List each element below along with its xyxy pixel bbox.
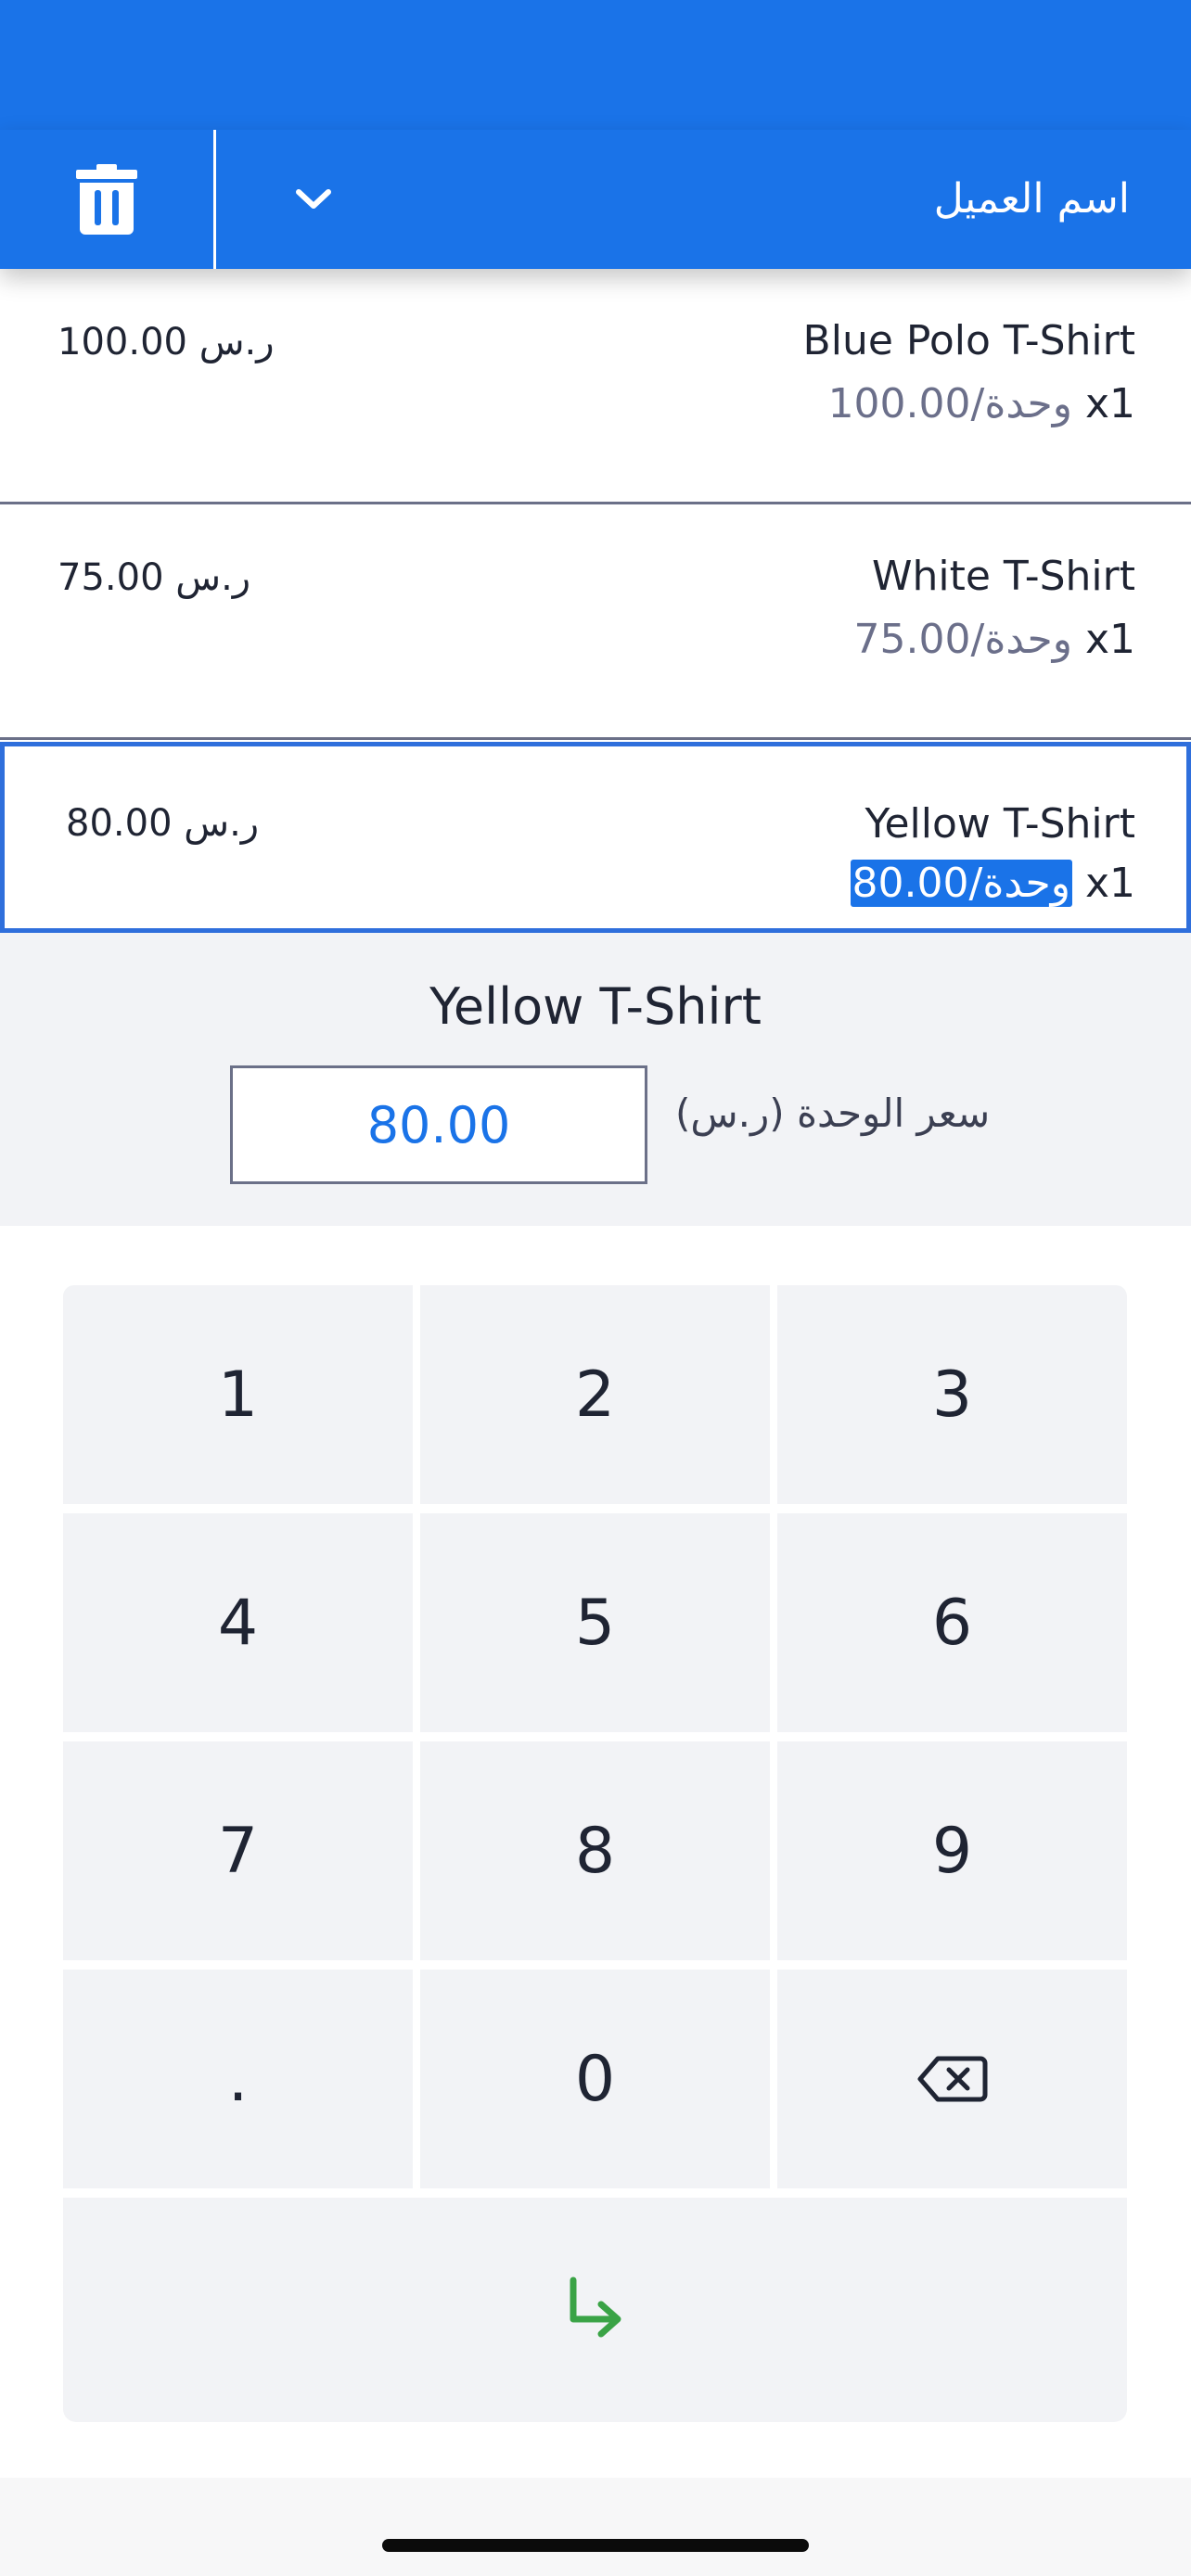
item-total: 80.00 ر.س: [66, 802, 260, 845]
customer-name-field[interactable]: اسم العميل: [934, 130, 1130, 269]
item-name: White T-Shirt: [871, 553, 1135, 600]
item-qty-line: 80.00/وحدة x1: [850, 860, 1135, 907]
key-4[interactable]: 4: [63, 1513, 413, 1732]
cart-item-selected[interactable]: Yellow T-Shirt 80.00/وحدة x1 80.00 ر.س: [0, 742, 1191, 933]
unit-price-label: سعر الوحدة (ر.س): [675, 1090, 991, 1136]
item-quantity: x1: [1084, 616, 1135, 663]
edit-item-title: Yellow T-Shirt: [429, 977, 762, 1036]
key-7[interactable]: 7: [63, 1741, 413, 1960]
item-name: Blue Polo T-Shirt: [802, 317, 1135, 364]
key-8[interactable]: 8: [420, 1741, 770, 1960]
key-1[interactable]: 1: [63, 1285, 413, 1504]
key-9[interactable]: 9: [777, 1741, 1127, 1960]
trash-icon: [76, 164, 137, 235]
key-2[interactable]: 2: [420, 1285, 770, 1504]
backspace-icon: [917, 2056, 987, 2102]
unit-price-input[interactable]: [230, 1065, 647, 1184]
bottom-safe-area: [0, 2478, 1191, 2576]
enter-arrow-icon: [570, 2276, 621, 2338]
item-total: 75.00 ر.س: [58, 556, 251, 599]
clear-cart-button[interactable]: [0, 130, 213, 269]
item-name: Yellow T-Shirt: [864, 800, 1135, 848]
customer-dropdown-button[interactable]: [216, 130, 411, 269]
item-quantity: x1: [1084, 380, 1135, 427]
home-indicator: [382, 2539, 809, 2552]
item-total: 100.00 ر.س: [58, 321, 275, 363]
status-bar: [0, 0, 1191, 130]
enter-key[interactable]: [63, 2198, 1127, 2422]
chevron-down-icon: [296, 189, 331, 209]
key-5[interactable]: 5: [420, 1513, 770, 1732]
item-qty-line: 75.00/وحدة x1: [854, 616, 1135, 663]
cart-item[interactable]: Blue Polo T-Shirt 100.00/وحدة x1 100.00 …: [0, 269, 1191, 504]
item-quantity: x1: [1084, 860, 1135, 907]
backspace-key[interactable]: [777, 1970, 1127, 2188]
key-6[interactable]: 6: [777, 1513, 1127, 1732]
key-3[interactable]: 3: [777, 1285, 1127, 1504]
cart-item[interactable]: White T-Shirt 75.00/وحدة x1 75.00 ر.س: [0, 504, 1191, 740]
key-decimal[interactable]: .: [63, 1970, 413, 2188]
item-unit-price: 80.00/وحدة: [850, 860, 1072, 907]
item-unit-price: 100.00/وحدة: [827, 380, 1072, 427]
item-unit-price: 75.00/وحدة: [853, 616, 1072, 663]
header-bar: اسم العميل: [0, 130, 1191, 269]
key-0[interactable]: 0: [420, 1970, 770, 2188]
price-edit-panel: Yellow T-Shirt سعر الوحدة (ر.س): [0, 933, 1191, 1226]
item-qty-line: 100.00/وحدة x1: [828, 380, 1135, 427]
